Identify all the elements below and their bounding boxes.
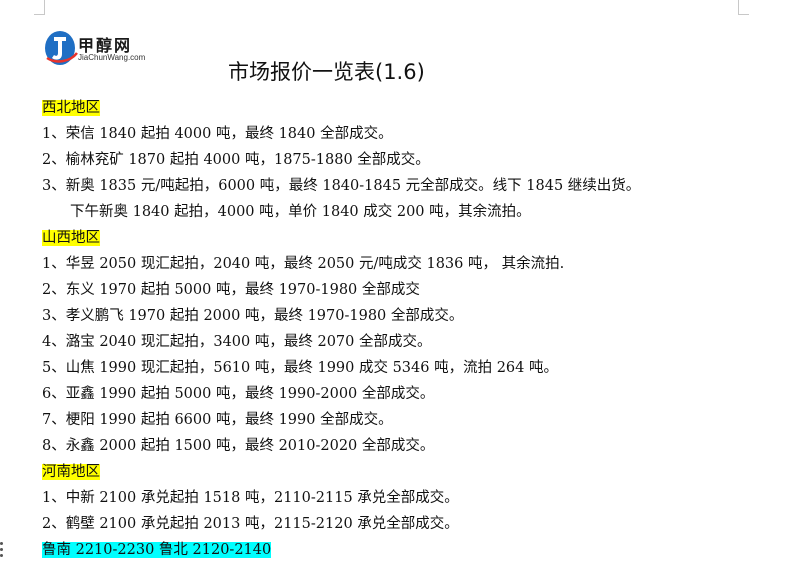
list-item-text: 1、荣信 1840 起拍 4000 吨，最终 1840 全部成交。 [42,126,393,142]
document-body: 西北地区 1、荣信 1840 起拍 4000 吨，最终 1840 全部成交。 2、榆… [42,95,782,563]
list-item: 2、东义 1970 起拍 5000 吨，最终 1970-1980 全部成交 [42,277,782,303]
page-corner-mark-right [738,0,749,15]
list-item: 8、永鑫 2000 起拍 1500 吨，最终 2010-2020 全部成交。 [42,433,782,459]
list-item: 1、华昱 2050 现汇起拍，2040 吨，最终 2050 元/吨成交 1836… [42,251,782,277]
list-item-text: 8、永鑫 2000 起拍 1500 吨，最终 2010-2020 全部成交。 [42,438,435,454]
list-item-text: 下午新奥 1840 起拍，4000 吨，单价 1840 成交 200 吨，其余流… [70,204,531,220]
list-item-text: 3、新奥 1835 元/吨起拍，6000 吨，最终 1840-1845 元全部成… [42,178,641,194]
page-title: 市场报价一览表(1.6) [228,60,425,84]
logo-mark-icon [45,31,78,65]
list-item: 1、荣信 1840 起拍 4000 吨，最终 1840 全部成交。 [42,121,782,147]
list-item: 2、鹤壁 2100 承兑起拍 2013 吨，2115-2120 承兑全部成交。 [42,511,782,537]
list-item-text: 1、中新 2100 承兑起拍 1518 吨，2110-2115 承兑全部成交。 [42,490,459,506]
list-item-text: 2、东义 1970 起拍 5000 吨，最终 1970-1980 全部成交 [42,282,420,298]
list-item-text: 5、山焦 1990 现汇起拍，5610 吨，最终 1990 成交 5346 吨，… [42,360,558,376]
list-item: 1、中新 2100 承兑起拍 1518 吨，2110-2115 承兑全部成交。 [42,485,782,511]
list-item: 6、亚鑫 1990 起拍 5000 吨，最终 1990-2000 全部成交。 [42,381,782,407]
section-heading: 西北地区 [42,95,782,121]
page-corner-mark-left [34,0,45,15]
list-item-text: 3、孝义鹏飞 1970 起拍 2000 吨，最终 1970-1980 全部成交。 [42,308,464,324]
list-item: 5、山焦 1990 现汇起拍，5610 吨，最终 1990 成交 5346 吨，… [42,355,782,381]
section-heading-text: 西北地区 [42,100,100,116]
list-item: 3、新奥 1835 元/吨起拍，6000 吨，最终 1840-1845 元全部成… [42,173,782,199]
list-item: 4、潞宝 2040 现汇起拍，3400 吨，最终 2070 全部成交。 [42,329,782,355]
list-item: 下午新奥 1840 起拍，4000 吨，单价 1840 成交 200 吨，其余流… [42,199,782,225]
section-heading: 鲁南 2210-2230 鲁北 2120-2140 [42,537,782,563]
list-item-text: 6、亚鑫 1990 起拍 5000 吨，最终 1990-2000 全部成交。 [42,386,435,402]
list-item: 7、梗阳 1990 起拍 6600 吨，最终 1990 全部成交。 [42,407,782,433]
section-heading: 山西地区 [42,225,782,251]
list-item: 2、榆林兖矿 1870 起拍 4000 吨，1875-1880 全部成交。 [42,147,782,173]
list-item-text: 4、潞宝 2040 现汇起拍，3400 吨，最终 2070 全部成交。 [42,334,432,350]
list-item-text: 2、榆林兖矿 1870 起拍 4000 吨，1875-1880 全部成交。 [42,152,430,168]
list-item: 3、孝义鹏飞 1970 起拍 2000 吨，最终 1970-1980 全部成交。 [42,303,782,329]
list-item-text: 7、梗阳 1990 起拍 6600 吨，最终 1990 全部成交。 [42,412,393,428]
list-item-text: 2、鹤壁 2100 承兑起拍 2013 吨，2115-2120 承兑全部成交。 [42,516,459,532]
section-heading-text: 鲁南 2210-2230 鲁北 2120-2140 [42,542,272,558]
logo-site-url: JiaChunWang.com [78,53,146,62]
logo: 甲醇网 JiaChunWang.com [44,28,164,70]
section-heading: 河南地区 [42,459,782,485]
drag-handle-icon[interactable] [0,542,4,560]
section-heading-text: 山西地区 [42,230,100,246]
list-item-text: 1、华昱 2050 现汇起拍，2040 吨，最终 2050 元/吨成交 1836… [42,256,565,272]
section-heading-text: 河南地区 [42,464,100,480]
